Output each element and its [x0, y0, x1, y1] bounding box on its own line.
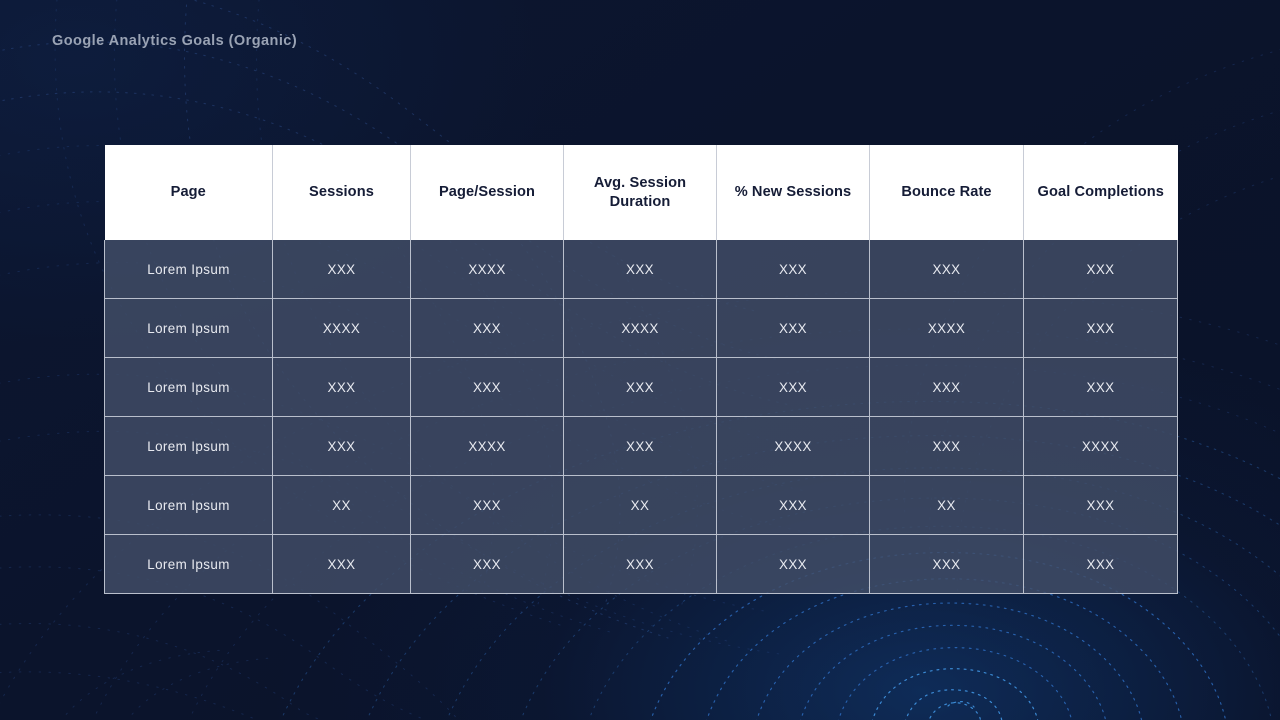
table-body: Lorem Ipsum XXX XXXX XXX XXX XXX XXX Lor…: [104, 240, 1178, 594]
column-header-avg-session-duration[interactable]: Avg. Session Duration: [563, 145, 717, 240]
cell-percent-new-sessions: XXX: [716, 475, 870, 535]
cell-bounce-rate: XXX: [869, 534, 1024, 594]
analytics-table: Page Sessions Page/Session Avg. Session …: [104, 145, 1178, 594]
table-row: Lorem Ipsum XX XXX XX XXX XX XXX: [104, 475, 1178, 535]
cell-sessions: XXX: [272, 240, 411, 299]
cell-bounce-rate: XXXX: [869, 298, 1024, 358]
cell-page: Lorem Ipsum: [104, 416, 273, 476]
cell-avg-session-duration: XXXX: [563, 298, 717, 358]
cell-percent-new-sessions: XXX: [716, 298, 870, 358]
cell-percent-new-sessions: XXX: [716, 357, 870, 417]
table-row: Lorem Ipsum XXX XXX XXX XXX XXX XXX: [104, 357, 1178, 417]
cell-percent-new-sessions: XXXX: [716, 416, 870, 476]
cell-goal-completions: XXXX: [1023, 416, 1178, 476]
cell-avg-session-duration: XXX: [563, 357, 717, 417]
column-header-page[interactable]: Page: [104, 145, 273, 240]
cell-goal-completions: XXX: [1023, 475, 1178, 535]
column-header-bounce-rate[interactable]: Bounce Rate: [869, 145, 1024, 240]
cell-bounce-rate: XXX: [869, 240, 1024, 299]
cell-percent-new-sessions: XXX: [716, 534, 870, 594]
cell-page: Lorem Ipsum: [104, 357, 273, 417]
column-header-percent-new-sessions[interactable]: % New Sessions: [716, 145, 870, 240]
cell-sessions: XXX: [272, 534, 411, 594]
cell-bounce-rate: XXX: [869, 416, 1024, 476]
column-header-goal-completions[interactable]: Goal Completions: [1023, 145, 1178, 240]
cell-goal-completions: XXX: [1023, 534, 1178, 594]
cell-sessions: XX: [272, 475, 411, 535]
column-header-page-session[interactable]: Page/Session: [410, 145, 564, 240]
cell-page-session: XXX: [410, 475, 564, 535]
cell-page-session: XXXX: [410, 416, 564, 476]
analytics-table-container: Page Sessions Page/Session Avg. Session …: [104, 145, 1178, 594]
cell-page: Lorem Ipsum: [104, 534, 273, 594]
table-row: Lorem Ipsum XXX XXXX XXX XXXX XXX XXXX: [104, 416, 1178, 476]
cell-sessions: XXX: [272, 357, 411, 417]
cell-page: Lorem Ipsum: [104, 240, 273, 299]
table-header: Page Sessions Page/Session Avg. Session …: [104, 145, 1178, 240]
cell-page: Lorem Ipsum: [104, 298, 273, 358]
cell-sessions: XXX: [272, 416, 411, 476]
cell-page-session: XXX: [410, 298, 564, 358]
cell-goal-completions: XXX: [1023, 240, 1178, 299]
cell-page: Lorem Ipsum: [104, 475, 273, 535]
slide-canvas: Google Analytics Goals (Organic) Page Se…: [0, 0, 1280, 720]
cell-sessions: XXXX: [272, 298, 411, 358]
cell-bounce-rate: XXX: [869, 357, 1024, 417]
cell-avg-session-duration: XXX: [563, 416, 717, 476]
table-header-row: Page Sessions Page/Session Avg. Session …: [104, 145, 1178, 240]
cell-page-session: XXXX: [410, 240, 564, 299]
cell-goal-completions: XXX: [1023, 357, 1178, 417]
cell-page-session: XXX: [410, 534, 564, 594]
table-row: Lorem Ipsum XXX XXXX XXX XXX XXX XXX: [104, 240, 1178, 299]
cell-page-session: XXX: [410, 357, 564, 417]
cell-percent-new-sessions: XXX: [716, 240, 870, 299]
column-header-sessions[interactable]: Sessions: [272, 145, 411, 240]
cell-bounce-rate: XX: [869, 475, 1024, 535]
cell-avg-session-duration: XXX: [563, 534, 717, 594]
table-row: Lorem Ipsum XXX XXX XXX XXX XXX XXX: [104, 534, 1178, 594]
table-row: Lorem Ipsum XXXX XXX XXXX XXX XXXX XXX: [104, 298, 1178, 358]
cell-avg-session-duration: XXX: [563, 240, 717, 299]
page-title: Google Analytics Goals (Organic): [52, 33, 298, 49]
cell-goal-completions: XXX: [1023, 298, 1178, 358]
cell-avg-session-duration: XX: [563, 475, 717, 535]
